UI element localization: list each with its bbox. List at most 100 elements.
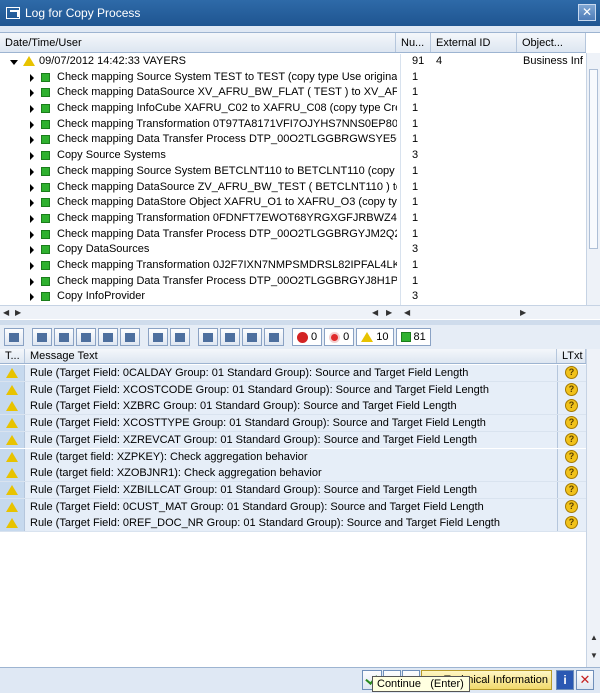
- lower-vertical-scrollbar[interactable]: ▲ ▼: [586, 349, 600, 667]
- scroll-left-icon[interactable]: ◀: [404, 308, 410, 317]
- set-filter-button[interactable]: [120, 328, 140, 346]
- scroll-down-icon[interactable]: ▼: [590, 651, 598, 660]
- long-text-cell[interactable]: ?: [557, 448, 586, 465]
- info-button[interactable]: i: [556, 670, 574, 690]
- subtotal-button[interactable]: [170, 328, 190, 346]
- tree-row[interactable]: Copy InfoProvider 3: [0, 289, 586, 305]
- tree-row[interactable]: Copy DataSources 3: [0, 242, 586, 258]
- upper-horizontal-scrollbar[interactable]: ◀ ▶ ◀ ▶ ◀ ▶: [0, 305, 600, 319]
- scroll-left-icon[interactable]: ◀: [372, 308, 378, 317]
- expand-arrow-icon[interactable]: [30, 214, 34, 223]
- column-header-date[interactable]: Date/Time/User: [0, 33, 396, 52]
- message-row[interactable]: Rule (Target Field: XCOSTTYPE Group: 01 …: [0, 415, 586, 432]
- column-header-object[interactable]: Object...: [517, 33, 586, 52]
- expand-arrow-icon[interactable]: [30, 261, 34, 270]
- expand-arrow-icon[interactable]: [30, 230, 34, 239]
- help-icon[interactable]: ?: [565, 399, 578, 413]
- column-header-number[interactable]: Nu...: [396, 33, 431, 52]
- scroll-left-icon[interactable]: ◀: [3, 308, 9, 317]
- expand-arrow-icon[interactable]: [30, 152, 34, 161]
- message-row[interactable]: Rule (Target Field: XZBRC Group: 01 Stan…: [0, 398, 586, 416]
- find-next-button[interactable]: [98, 328, 118, 346]
- cancel-button[interactable]: ✕: [576, 670, 594, 690]
- detail-button[interactable]: [4, 328, 24, 346]
- help-icon[interactable]: ?: [565, 432, 578, 446]
- expand-arrow-icon[interactable]: [30, 120, 34, 129]
- expand-arrow-icon[interactable]: [30, 199, 34, 208]
- expand-arrow-icon[interactable]: [10, 60, 18, 65]
- scroll-right-icon[interactable]: ▶: [15, 308, 21, 317]
- tree-row[interactable]: Check mapping DataSource ZV_AFRU_BW_TEST…: [0, 180, 586, 196]
- layout-button[interactable]: [242, 328, 262, 346]
- long-text-cell[interactable]: ?: [557, 481, 586, 498]
- message-row[interactable]: Rule (Target Field: XZBILLCAT Group: 01 …: [0, 481, 586, 499]
- error-counter-a[interactable]: 0: [292, 328, 323, 346]
- tree-row[interactable]: Check mapping DataSource XV_AFRU_BW_FLAT…: [0, 85, 586, 101]
- tree-row[interactable]: Check mapping Data Transfer Process DTP_…: [0, 132, 586, 148]
- tree-row[interactable]: Check mapping Transformation 0J2F7IXN7NM…: [0, 258, 586, 274]
- help-icon[interactable]: ?: [565, 466, 578, 480]
- scrollbar-thumb[interactable]: [589, 69, 598, 249]
- tree-row[interactable]: Check mapping Data Transfer Process DTP_…: [0, 274, 586, 290]
- expand-arrow-icon[interactable]: [30, 277, 34, 286]
- scroll-right-icon[interactable]: ▶: [386, 308, 392, 317]
- message-row[interactable]: Rule (Target Field: 0CALDAY Group: 01 St…: [0, 365, 586, 382]
- expand-arrow-icon[interactable]: [30, 89, 34, 98]
- print-button[interactable]: [32, 328, 52, 346]
- tree-row[interactable]: Copy Source Systems 3: [0, 148, 586, 164]
- long-text-cell[interactable]: ?: [557, 365, 586, 381]
- column-header-type[interactable]: T...: [0, 349, 25, 363]
- export-button[interactable]: [220, 328, 240, 346]
- help-icon[interactable]: ?: [565, 382, 578, 396]
- expand-arrow-icon[interactable]: [30, 246, 34, 255]
- expand-arrow-icon[interactable]: [30, 167, 34, 176]
- help-icon[interactable]: ?: [565, 516, 578, 530]
- tree-row[interactable]: Check mapping Transformation 0T97TA8171V…: [0, 117, 586, 133]
- long-text-cell[interactable]: ?: [557, 398, 586, 415]
- print-preview-button[interactable]: [198, 328, 218, 346]
- long-text-cell[interactable]: ?: [557, 431, 586, 448]
- help-icon[interactable]: ?: [565, 482, 578, 496]
- message-row[interactable]: Rule (Target Field: XZREVCAT Group: 01 S…: [0, 431, 586, 449]
- error-counter-b[interactable]: 0: [324, 328, 355, 346]
- long-text-cell[interactable]: ?: [557, 465, 586, 482]
- long-text-cell[interactable]: ?: [557, 515, 586, 532]
- help-icon[interactable]: ?: [565, 499, 578, 513]
- help-icon[interactable]: ?: [565, 366, 578, 379]
- filter-button[interactable]: [54, 328, 74, 346]
- tree-row[interactable]: Check mapping Transformation 0FDNFT7EWOT…: [0, 211, 586, 227]
- message-row[interactable]: Rule (target field: XZOBJNR1): Check agg…: [0, 465, 586, 482]
- warning-counter[interactable]: 10: [356, 328, 394, 346]
- long-text-cell[interactable]: ?: [557, 498, 586, 515]
- expand-arrow-icon[interactable]: [30, 293, 34, 302]
- column-header-external-id[interactable]: External ID: [431, 33, 517, 52]
- close-button[interactable]: ✕: [578, 4, 596, 21]
- message-row[interactable]: Rule (Target Field: 0REF_DOC_NR Group: 0…: [0, 515, 586, 532]
- long-text-cell[interactable]: ?: [557, 381, 586, 398]
- column-header-long-text[interactable]: LTxt: [557, 349, 586, 363]
- expand-arrow-icon[interactable]: [30, 73, 34, 82]
- message-row[interactable]: Rule (target field: XZPKEY): Check aggre…: [0, 448, 586, 466]
- tree-row[interactable]: Check mapping Source System BETCLNT110 t…: [0, 164, 586, 180]
- scroll-right-icon[interactable]: ▶: [520, 308, 526, 317]
- expand-arrow-icon[interactable]: [30, 105, 34, 114]
- tree-row[interactable]: Check mapping DataStore Object XAFRU_O1 …: [0, 195, 586, 211]
- message-row[interactable]: Rule (Target Field: 0CUST_MAT Group: 01 …: [0, 498, 586, 516]
- help-icon[interactable]: ?: [565, 449, 578, 463]
- tree-row[interactable]: Check mapping Source System TEST to TEST…: [0, 70, 586, 86]
- grid-button[interactable]: [264, 328, 284, 346]
- help-icon[interactable]: ?: [565, 416, 578, 430]
- long-text-cell[interactable]: ?: [557, 415, 586, 432]
- expand-arrow-icon[interactable]: [30, 136, 34, 145]
- scroll-up-icon[interactable]: ▲: [590, 633, 598, 642]
- upper-vertical-scrollbar[interactable]: [586, 53, 600, 305]
- column-header-message[interactable]: Message Text: [25, 349, 557, 363]
- tree-row[interactable]: Check mapping InfoCube XAFRU_C02 to XAFR…: [0, 101, 586, 117]
- success-counter[interactable]: 81: [395, 328, 431, 346]
- tree-root-row[interactable]: 09/07/2012 14:42:33 VAYERS 91 4 Business…: [0, 54, 586, 70]
- expand-arrow-icon[interactable]: [30, 183, 34, 192]
- sum-button[interactable]: [148, 328, 168, 346]
- find-button[interactable]: [76, 328, 96, 346]
- tree-row[interactable]: Check mapping Data Transfer Process DTP_…: [0, 227, 586, 243]
- message-row[interactable]: Rule (Target Field: XCOSTCODE Group: 01 …: [0, 381, 586, 399]
